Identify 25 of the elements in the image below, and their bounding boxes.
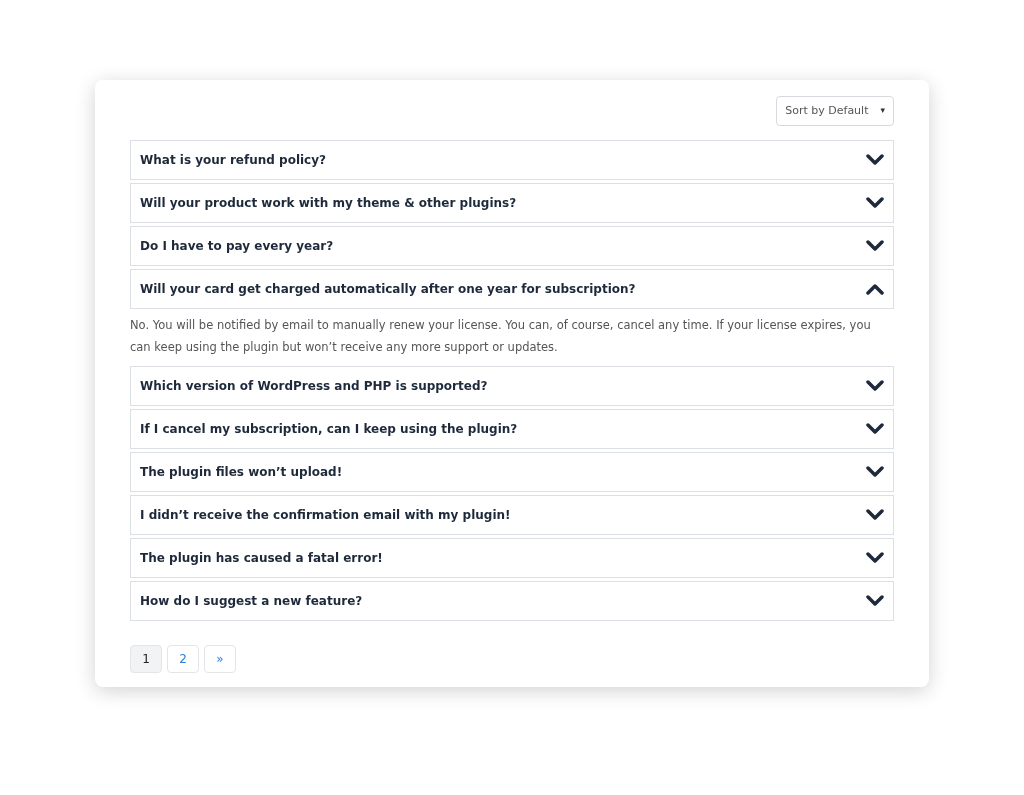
chevron-down-icon — [866, 240, 884, 252]
chevron-down-icon — [866, 466, 884, 478]
page-link[interactable]: » — [204, 645, 236, 673]
faq-question[interactable]: Do I have to pay every year? — [130, 226, 894, 266]
faq-question[interactable]: The plugin has caused a fatal error! — [130, 538, 894, 578]
faq-question[interactable]: What is your refund policy? — [130, 140, 894, 180]
sort-dropdown[interactable]: Sort by Default ▾ — [776, 96, 894, 126]
chevron-down-icon — [866, 154, 884, 166]
faq-question[interactable]: Will your product work with my theme & other plugins? — [130, 183, 894, 223]
faq-question[interactable]: The plugin files won’t upload! — [130, 452, 894, 492]
chevron-down-icon — [866, 197, 884, 209]
page-link[interactable]: 2 — [167, 645, 199, 673]
faq-question[interactable]: How do I suggest a new feature? — [130, 581, 894, 621]
page-link[interactable]: 1 — [130, 645, 162, 673]
chevron-down-icon — [866, 552, 884, 564]
faq-question[interactable]: Will your card get charged automatically after one year for subscription? — [130, 269, 894, 309]
faq-question[interactable]: I didn’t receive the confirmation email with my plugin! — [130, 495, 894, 535]
chevron-down-icon — [866, 595, 884, 607]
chevron-up-icon — [866, 283, 884, 295]
faq-answer: No. You will be notified by email to manually renew your license. You can, of course, cancel any time. If your license expires, you can keep using the plugin but won’t receive any more support or updates. — [130, 317, 872, 356]
faq-question[interactable]: If I cancel my subscription, can I keep using the plugin? — [130, 409, 894, 449]
chevron-down-icon — [866, 509, 884, 521]
chevron-down-icon — [866, 423, 884, 435]
faq-question[interactable]: Which version of WordPress and PHP is supported? — [130, 366, 894, 406]
chevron-down-icon — [866, 380, 884, 392]
